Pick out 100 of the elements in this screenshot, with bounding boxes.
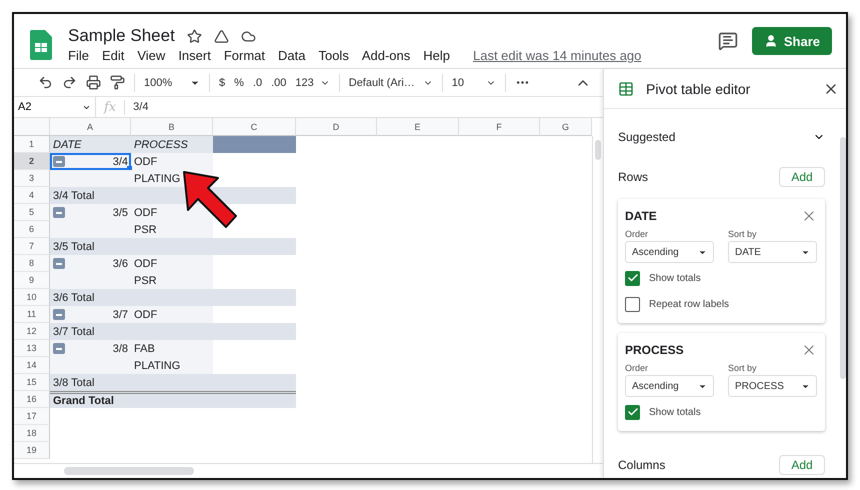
row-number: 2	[14, 153, 50, 170]
row-number: 11	[14, 306, 50, 323]
table-cell[interactable]: 3/5	[50, 204, 131, 221]
print-icon[interactable]	[86, 75, 101, 90]
scrollbar[interactable]	[64, 467, 194, 475]
name-box[interactable]: A2	[14, 97, 96, 117]
panel-title: Pivot table editor	[646, 80, 752, 96]
date-value: 3/8	[112, 342, 128, 354]
row-number: 18	[14, 425, 50, 442]
row-number: 1	[14, 136, 50, 153]
collapse-button[interactable]	[53, 309, 65, 320]
checkbox[interactable]	[625, 296, 640, 312]
column-header[interactable]: D	[296, 118, 377, 136]
document-title[interactable]: Sample Sheet	[68, 26, 175, 46]
table-cell: 3/6 Total	[50, 289, 296, 306]
column-header[interactable]: C	[213, 118, 296, 136]
date-value: 3/4	[112, 156, 128, 168]
collapse-button[interactable]	[53, 207, 65, 218]
row-number: 15	[14, 374, 50, 391]
font-size-select[interactable]: 10	[452, 76, 496, 88]
column-header[interactable]: G	[540, 118, 592, 136]
table-cell: DATE	[50, 136, 131, 153]
date-value: 3/5	[112, 206, 128, 218]
collapse-button[interactable]	[53, 156, 65, 167]
corner-cell[interactable]	[14, 118, 50, 136]
menu-item[interactable]: Data	[278, 48, 306, 63]
star-icon[interactable]	[186, 28, 202, 44]
menu-item[interactable]: Add-ons	[362, 48, 410, 63]
percent-button[interactable]: %	[234, 76, 244, 88]
order-select[interactable]: Ascending	[625, 241, 714, 263]
currency-button[interactable]: $	[219, 76, 226, 88]
table-icon	[618, 80, 634, 96]
function-label: fx	[96, 100, 126, 114]
share-button[interactable]: Share	[752, 27, 832, 55]
formula-field[interactable]: 3/4	[125, 101, 148, 113]
table-cell: 3/7 Total	[50, 323, 296, 340]
column-header[interactable]: B	[131, 118, 213, 136]
increase-decimals-button[interactable]: .00	[271, 76, 286, 88]
menu-item[interactable]: File	[68, 48, 89, 63]
undo-icon[interactable]	[38, 75, 53, 90]
table-cell: PSR	[131, 221, 213, 238]
row-number: 13	[14, 340, 50, 357]
menu-item[interactable]: Tools	[318, 48, 349, 63]
field-label: Order	[625, 229, 650, 239]
row-number: 3	[14, 170, 50, 187]
zoom-select[interactable]: 100%	[144, 76, 200, 88]
row-number: 4	[14, 187, 50, 204]
field-label: Order	[625, 363, 650, 373]
last-edit-link[interactable]: Last edit was 14 minutes ago	[473, 48, 642, 63]
row-number: 14	[14, 357, 50, 374]
table-cell[interactable]: 3/8	[50, 340, 131, 357]
sheets-logo-icon[interactable]	[30, 30, 52, 60]
add-button[interactable]: Add	[779, 455, 825, 475]
field-name: DATE	[625, 209, 657, 223]
checkbox[interactable]	[625, 270, 640, 286]
table-cell[interactable]: 3/7	[50, 306, 131, 323]
row-number: 17	[14, 408, 50, 425]
sort-select[interactable]: DATE	[728, 241, 817, 263]
section-label: Columns	[618, 458, 666, 472]
row-number: 10	[14, 289, 50, 306]
menu-item[interactable]: View	[137, 48, 166, 63]
row-number: 8	[14, 255, 50, 272]
number-format-select[interactable]: 123	[295, 76, 330, 88]
table-cell: PLATING	[131, 357, 213, 374]
field-name: PROCESS	[625, 343, 684, 357]
scrollbar[interactable]	[840, 137, 846, 379]
add-button[interactable]: Add	[779, 167, 825, 187]
column-header[interactable]: F	[459, 118, 540, 136]
scrollbar[interactable]	[592, 136, 603, 463]
row-number: 5	[14, 204, 50, 221]
checkbox-label: Show totals	[649, 406, 701, 418]
section-label[interactable]: Suggested	[618, 130, 676, 144]
table-cell: PSR	[131, 272, 213, 289]
menu-item[interactable]: Insert	[178, 48, 211, 63]
order-select[interactable]: Ascending	[625, 375, 714, 397]
comment-icon[interactable]	[718, 30, 738, 50]
field-label: Sort by	[728, 229, 758, 239]
column-header[interactable]: E	[377, 118, 459, 136]
collapse-button[interactable]	[53, 258, 65, 269]
column-header[interactable]: A	[50, 118, 131, 136]
cloud-icon[interactable]	[240, 28, 256, 44]
table-cell: ODF	[131, 255, 213, 272]
collapse-button[interactable]	[53, 343, 65, 354]
decrease-decimals-button[interactable]: .0	[252, 76, 262, 88]
table-cell: FAB	[131, 340, 213, 357]
sort-select[interactable]: PROCESS	[728, 375, 817, 397]
font-select[interactable]: Default (Ari…	[348, 76, 433, 88]
table-cell: ODF	[131, 153, 213, 170]
table-cell: 3/8 Total	[50, 374, 296, 391]
paint-format-icon[interactable]	[110, 75, 125, 90]
menu-item[interactable]: Help	[423, 48, 450, 63]
checkbox[interactable]	[625, 404, 640, 420]
menu-item[interactable]: Format	[224, 48, 265, 63]
table-cell[interactable]: 3/6	[50, 255, 131, 272]
menu-item[interactable]: Edit	[102, 48, 124, 63]
table-cell: Grand Total	[50, 391, 296, 408]
section-label: Rows	[618, 170, 648, 184]
row-number: 19	[14, 442, 50, 459]
redo-icon[interactable]	[62, 75, 77, 90]
table-cell: ODF	[131, 306, 213, 323]
